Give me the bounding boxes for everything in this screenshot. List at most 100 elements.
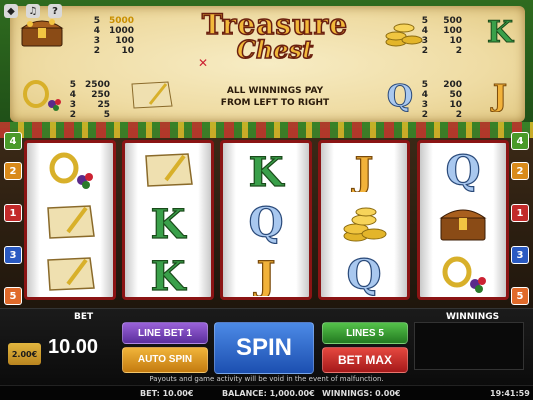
auto-spin-button[interactable]: AUTO SPIN (122, 347, 208, 373)
sound-icon[interactable]: ♫ (26, 4, 40, 18)
reel-5: Q (417, 140, 509, 300)
pay-value: 100 (443, 26, 462, 36)
reel-cell (27, 195, 113, 248)
flower-border (0, 122, 533, 138)
status-bar: BET: 10.00€ BALANCE: 1,000.00€ WINNINGS:… (0, 385, 533, 400)
disclaimer-text: Payouts and game activity will be void i… (149, 375, 384, 383)
svg-text:K: K (249, 149, 285, 192)
map-scroll-icon (47, 256, 95, 291)
pay-value: 100 (115, 36, 134, 46)
paytable-rules: ALL WINNINGS PAY FROM LEFT TO RIGHT (200, 85, 350, 109)
svg-text:Q: Q (347, 252, 382, 296)
line-indicator-left[interactable]: 2 (4, 162, 22, 180)
pay-value: 250 (91, 90, 110, 100)
svg-text:J: J (352, 149, 374, 192)
letter-k-icon: K (150, 200, 187, 244)
reel-cell: Q (321, 247, 407, 300)
svg-text:J: J (490, 79, 507, 112)
pay-count: 2 (93, 46, 100, 56)
pay-value: 2 (455, 110, 462, 120)
line-indicator-right[interactable]: 2 (511, 162, 529, 180)
line-indicator-left[interactable]: 1 (4, 204, 22, 222)
lines-button[interactable]: LINES 5 (322, 322, 408, 344)
pay-count: 3 (421, 100, 428, 110)
pay-count: 4 (69, 90, 76, 100)
ring-icon (23, 80, 61, 111)
pay-count: 3 (421, 36, 428, 46)
map-scroll-icon (47, 204, 95, 239)
pay-value: 25 (97, 100, 110, 110)
letter-j-icon: J (253, 252, 276, 296)
reel-cell (420, 195, 506, 248)
pay-count: 5 (93, 16, 100, 26)
paytable-rule-line-1: ALL WINNINGS PAY (226, 86, 324, 96)
pay-count: 4 (421, 26, 428, 36)
line-indicator-left[interactable]: 4 (4, 132, 22, 150)
letter-q-icon: Q (248, 200, 284, 244)
pay-value: 10 (121, 46, 134, 56)
pay-value: 2 (455, 46, 462, 56)
line-indicator-right[interactable]: 3 (511, 246, 529, 264)
treasure-chest-icon (20, 19, 64, 47)
spin-button[interactable]: SPIN (214, 322, 314, 374)
pay-count: 3 (93, 36, 100, 46)
ring-icon (49, 152, 93, 189)
map-scroll-icon (145, 152, 193, 187)
winnings-label: WINNINGS (446, 312, 500, 322)
game-logo: Treasure Chest (190, 7, 360, 65)
pay-value: 500 (443, 16, 462, 26)
gold-coins-icon (343, 207, 387, 241)
reel-cell (27, 247, 113, 300)
status-winnings: WINNINGS: 0.00€ (322, 389, 401, 398)
bet-label: BET (74, 312, 94, 322)
reel-cell (27, 143, 113, 196)
svg-text:K: K (487, 15, 514, 48)
status-balance: BALANCE: 1,000.00€ (222, 389, 315, 398)
reel-cell (321, 195, 407, 248)
letter-k-icon: K (150, 252, 187, 296)
pay-value: 10 (449, 36, 462, 46)
reel-cell (125, 143, 211, 196)
settings-icon[interactable]: ◆ (4, 4, 18, 18)
svg-text:Q: Q (249, 200, 284, 244)
reel-1 (24, 140, 116, 300)
pay-value: 200 (443, 80, 462, 90)
svg-text:Q: Q (446, 148, 481, 192)
pay-count: 2 (69, 110, 76, 120)
pay-count: 4 (421, 90, 428, 100)
line-indicator-left[interactable]: 3 (4, 246, 22, 264)
letter-q-icon: Q (346, 252, 382, 296)
top-icons: ◆ ♫ ? (4, 4, 62, 18)
reel-cell: K (223, 143, 309, 196)
pay-value: 1000 (108, 26, 134, 36)
pay-count: 2 (421, 46, 428, 56)
bet-max-button[interactable]: BET MAX (322, 347, 408, 373)
map-scroll-icon (131, 81, 173, 109)
pay-count: 5 (421, 16, 428, 26)
svg-text:J: J (254, 253, 276, 296)
line-indicator-right[interactable]: 4 (511, 132, 529, 150)
coin-value-chip[interactable]: 2.00€ (8, 343, 41, 365)
svg-text:K: K (151, 253, 187, 296)
letter-q-icon: Q (445, 148, 481, 192)
letter-j-icon: J (489, 79, 507, 113)
letter-k-icon: K (248, 148, 285, 192)
reel-cell: K (125, 247, 211, 300)
reel-3: KQJ (220, 140, 312, 300)
letter-k-icon: K (486, 15, 514, 49)
help-icon[interactable]: ? (48, 4, 62, 18)
line-indicator-right[interactable]: 1 (511, 204, 529, 222)
clock: 19:41:59 (490, 389, 530, 398)
map-x-mark: ✕ (198, 56, 209, 70)
paytable-rule-line-2: FROM LEFT TO RIGHT (220, 98, 330, 108)
pay-value: 50 (449, 90, 462, 100)
reel-cell: Q (223, 195, 309, 248)
pay-value: 5000 (108, 16, 134, 26)
winnings-display (414, 322, 524, 370)
line-indicator-left[interactable]: 5 (4, 287, 22, 305)
pay-count: 3 (69, 100, 76, 110)
line-bet-button[interactable]: LINE BET 1 (122, 322, 208, 344)
pay-count: 2 (421, 110, 428, 120)
pay-count: 4 (93, 26, 100, 36)
line-indicator-right[interactable]: 5 (511, 287, 529, 305)
